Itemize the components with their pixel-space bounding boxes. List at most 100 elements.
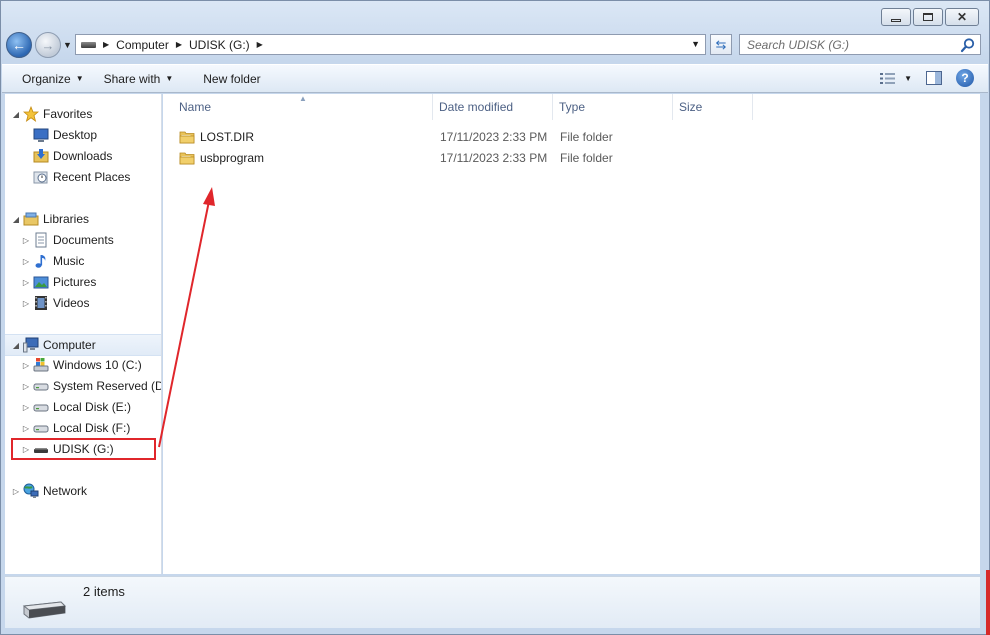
minimize-button[interactable] [881, 8, 911, 26]
item-count: 2 items [83, 584, 125, 599]
nav-drive-d[interactable]: ▷ System Reserved (D: [21, 376, 162, 396]
column-name[interactable]: Name [163, 94, 433, 120]
forward-arrow-icon: → [41, 37, 55, 53]
computer-icon [23, 337, 39, 353]
back-button[interactable]: ← [6, 32, 32, 58]
column-size-label: Size [679, 100, 703, 114]
collapsed-arrow-icon[interactable]: ▷ [21, 382, 31, 391]
address-dropdown-icon[interactable]: ▼ [691, 39, 700, 49]
minimize-icon [891, 18, 901, 22]
collapsed-arrow-icon[interactable]: ▷ [21, 278, 31, 287]
new-folder-label: New folder [203, 71, 261, 86]
explorer-window: ✕ ← → ▼ ▶ Computer ▶ UDISK (G:) ▶ ▼ ⇆ Or… [0, 0, 990, 635]
new-folder-button[interactable]: New folder [183, 65, 270, 92]
folder-icon [179, 152, 195, 164]
nav-pictures-label: Pictures [53, 275, 97, 289]
chevron-right-icon[interactable]: ▶ [176, 40, 182, 49]
nav-libraries[interactable]: ◢ Libraries [11, 209, 89, 229]
nav-music[interactable]: ▷ Music [21, 251, 84, 271]
chevron-down-icon: ▼ [75, 74, 84, 83]
nav-computer[interactable]: ◢ Computer [5, 334, 161, 356]
collapsed-arrow-icon[interactable]: ▷ [21, 403, 31, 412]
column-size[interactable]: Size [673, 94, 753, 120]
search-icon[interactable] [960, 37, 976, 53]
nav-drive-c-label: Windows 10 (C:) [53, 358, 142, 372]
nav-drive-c[interactable]: ▷ Windows 10 (C:) [21, 355, 142, 375]
desktop-icon [33, 128, 49, 142]
nav-recent-places[interactable]: Recent Places [31, 167, 130, 187]
nav-network[interactable]: ▷ Network [11, 481, 87, 501]
annotation-highlight-box [11, 438, 156, 460]
file-name: LOST.DIR [200, 129, 255, 144]
search-input[interactable] [747, 37, 947, 52]
sort-ascending-icon: ▲ [299, 94, 307, 103]
nav-documents-label: Documents [53, 233, 114, 247]
address-bar[interactable]: ▶ Computer ▶ UDISK (G:) ▶ ▼ [75, 34, 706, 55]
nav-downloads[interactable]: Downloads [31, 146, 112, 166]
nav-desktop[interactable]: Desktop [31, 125, 97, 145]
nav-computer-label: Computer [43, 338, 96, 352]
refresh-button[interactable]: ⇆ [710, 34, 732, 55]
nav-downloads-label: Downloads [53, 149, 113, 163]
column-date-modified[interactable]: Date modified [433, 94, 553, 120]
collapsed-arrow-icon[interactable]: ▷ [11, 487, 21, 496]
music-icon [35, 255, 46, 268]
nav-pictures[interactable]: ▷ Pictures [21, 272, 96, 292]
file-name: usbprogram [200, 150, 265, 165]
nav-drive-f[interactable]: ▷ Local Disk (F:) [21, 418, 130, 438]
column-type[interactable]: Type [553, 94, 673, 120]
share-with-button[interactable]: Share with ▼ [94, 65, 184, 92]
close-button[interactable]: ✕ [945, 8, 979, 26]
drive-icon [81, 41, 96, 48]
documents-icon [35, 232, 47, 248]
breadcrumb-udisk[interactable]: UDISK (G:) [189, 38, 250, 52]
star-icon [23, 106, 39, 122]
downloads-icon [33, 149, 49, 163]
help-icon[interactable]: ? [956, 69, 974, 87]
videos-icon [35, 296, 47, 310]
file-row[interactable]: LOST.DIR 17/11/2023 2:33 PM File folder [179, 126, 779, 147]
collapsed-arrow-icon[interactable]: ▷ [21, 257, 31, 266]
search-box[interactable] [739, 34, 981, 55]
view-controls: ▼ ? [880, 69, 974, 87]
windows-drive-icon [33, 358, 49, 372]
recent-places-icon [33, 171, 48, 184]
nav-drive-d-label: System Reserved (D: [53, 379, 162, 393]
nav-favorites[interactable]: ◢ Favorites [11, 104, 92, 124]
nav-documents[interactable]: ▷ Documents [21, 230, 114, 250]
nav-drive-e[interactable]: ▷ Local Disk (E:) [21, 397, 131, 417]
pictures-icon [33, 276, 49, 289]
chevron-right-icon[interactable]: ▶ [103, 40, 109, 49]
expanded-arrow-icon[interactable]: ◢ [11, 215, 21, 224]
column-header-row: Name Date modified Type Size [163, 94, 980, 120]
forward-button[interactable]: → [35, 32, 61, 58]
breadcrumb-computer[interactable]: Computer [116, 38, 169, 52]
collapsed-arrow-icon[interactable]: ▷ [21, 299, 31, 308]
nav-recent-places-label: Recent Places [53, 170, 131, 184]
usb-drive-large-icon [22, 601, 67, 619]
folder-icon [179, 131, 195, 143]
history-dropdown-icon[interactable]: ▼ [63, 40, 72, 50]
preview-pane-icon[interactable] [926, 71, 942, 85]
file-date: 17/11/2023 2:33 PM [440, 129, 548, 144]
nav-videos[interactable]: ▷ Videos [21, 293, 89, 313]
expanded-arrow-icon[interactable]: ◢ [11, 341, 21, 350]
nav-desktop-label: Desktop [53, 128, 98, 142]
change-view-button[interactable]: ▼ [880, 72, 912, 85]
chevron-right-icon[interactable]: ▶ [257, 40, 263, 49]
command-bar: Organize ▼ Share with ▼ New folder ▼ ? [2, 64, 988, 93]
expanded-arrow-icon[interactable]: ◢ [11, 110, 21, 119]
collapsed-arrow-icon[interactable]: ▷ [21, 361, 31, 370]
file-row[interactable]: usbprogram 17/11/2023 2:33 PM File folde… [179, 147, 779, 168]
organize-button[interactable]: Organize ▼ [2, 65, 94, 92]
column-type-label: Type [559, 100, 586, 114]
hard-drive-icon [33, 425, 49, 433]
edge-marker [986, 570, 990, 635]
collapsed-arrow-icon[interactable]: ▷ [21, 424, 31, 433]
file-type: File folder [560, 150, 613, 165]
hard-drive-icon [33, 404, 49, 412]
file-list: Name Date modified Type Size ▲ LOST.DIR … [163, 94, 980, 574]
nav-network-label: Network [43, 484, 88, 498]
maximize-button[interactable] [913, 8, 943, 26]
collapsed-arrow-icon[interactable]: ▷ [21, 236, 31, 245]
